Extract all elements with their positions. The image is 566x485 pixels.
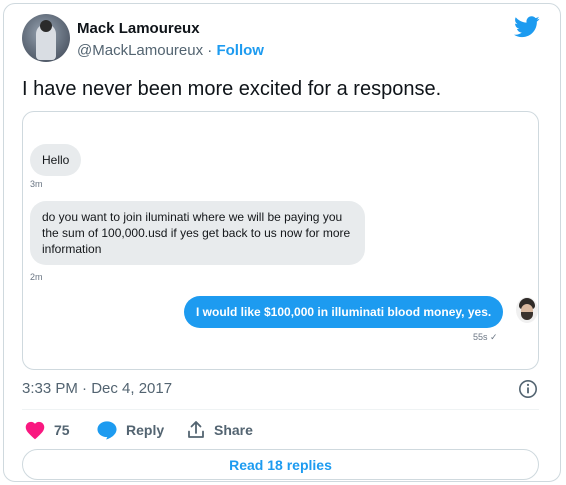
author-avatar[interactable] bbox=[22, 14, 70, 62]
info-icon[interactable] bbox=[518, 379, 538, 399]
dm-message-time: 55s ✓ bbox=[473, 332, 498, 342]
dm-avatar bbox=[516, 297, 538, 323]
heart-icon bbox=[25, 421, 45, 440]
author-handle-row: @MackLamoureux · Follow bbox=[77, 42, 264, 59]
read-replies-label: Read 18 replies bbox=[229, 456, 332, 473]
tweet-timestamp[interactable]: 3:33 PM · Dec 4, 2017 bbox=[22, 380, 172, 397]
share-button[interactable]: Share bbox=[186, 420, 253, 440]
dm-screenshot-image[interactable]: Hello 3m do you want to join iluminati w… bbox=[22, 111, 539, 370]
twitter-bird-icon[interactable] bbox=[514, 16, 540, 38]
share-icon bbox=[188, 421, 204, 438]
dm-message-incoming: do you want to join iluminati where we w… bbox=[30, 201, 365, 265]
divider bbox=[22, 409, 539, 410]
read-replies-button[interactable]: Read 18 replies bbox=[22, 449, 539, 480]
reply-label: Reply bbox=[126, 422, 165, 438]
reply-button[interactable]: Reply bbox=[96, 420, 164, 440]
tweet-text: I have never been more excited for a res… bbox=[22, 78, 442, 100]
dm-message-outgoing: I would like $100,000 in illuminati bloo… bbox=[184, 296, 504, 328]
dm-message-time: 2m bbox=[30, 272, 43, 282]
share-label: Share bbox=[214, 422, 253, 438]
author-handle[interactable]: @MackLamoureux bbox=[77, 42, 203, 59]
like-count: 75 bbox=[54, 422, 70, 438]
dm-message-time: 3m bbox=[30, 179, 43, 189]
avatar-head bbox=[40, 20, 52, 32]
like-button[interactable]: 75 bbox=[24, 420, 70, 440]
dm-message-incoming: Hello bbox=[30, 144, 82, 176]
author-display-name[interactable]: Mack Lamoureux bbox=[77, 20, 200, 37]
handle-separator: · bbox=[203, 42, 217, 59]
follow-button[interactable]: Follow bbox=[216, 42, 264, 59]
reply-bubble-icon bbox=[97, 421, 117, 440]
